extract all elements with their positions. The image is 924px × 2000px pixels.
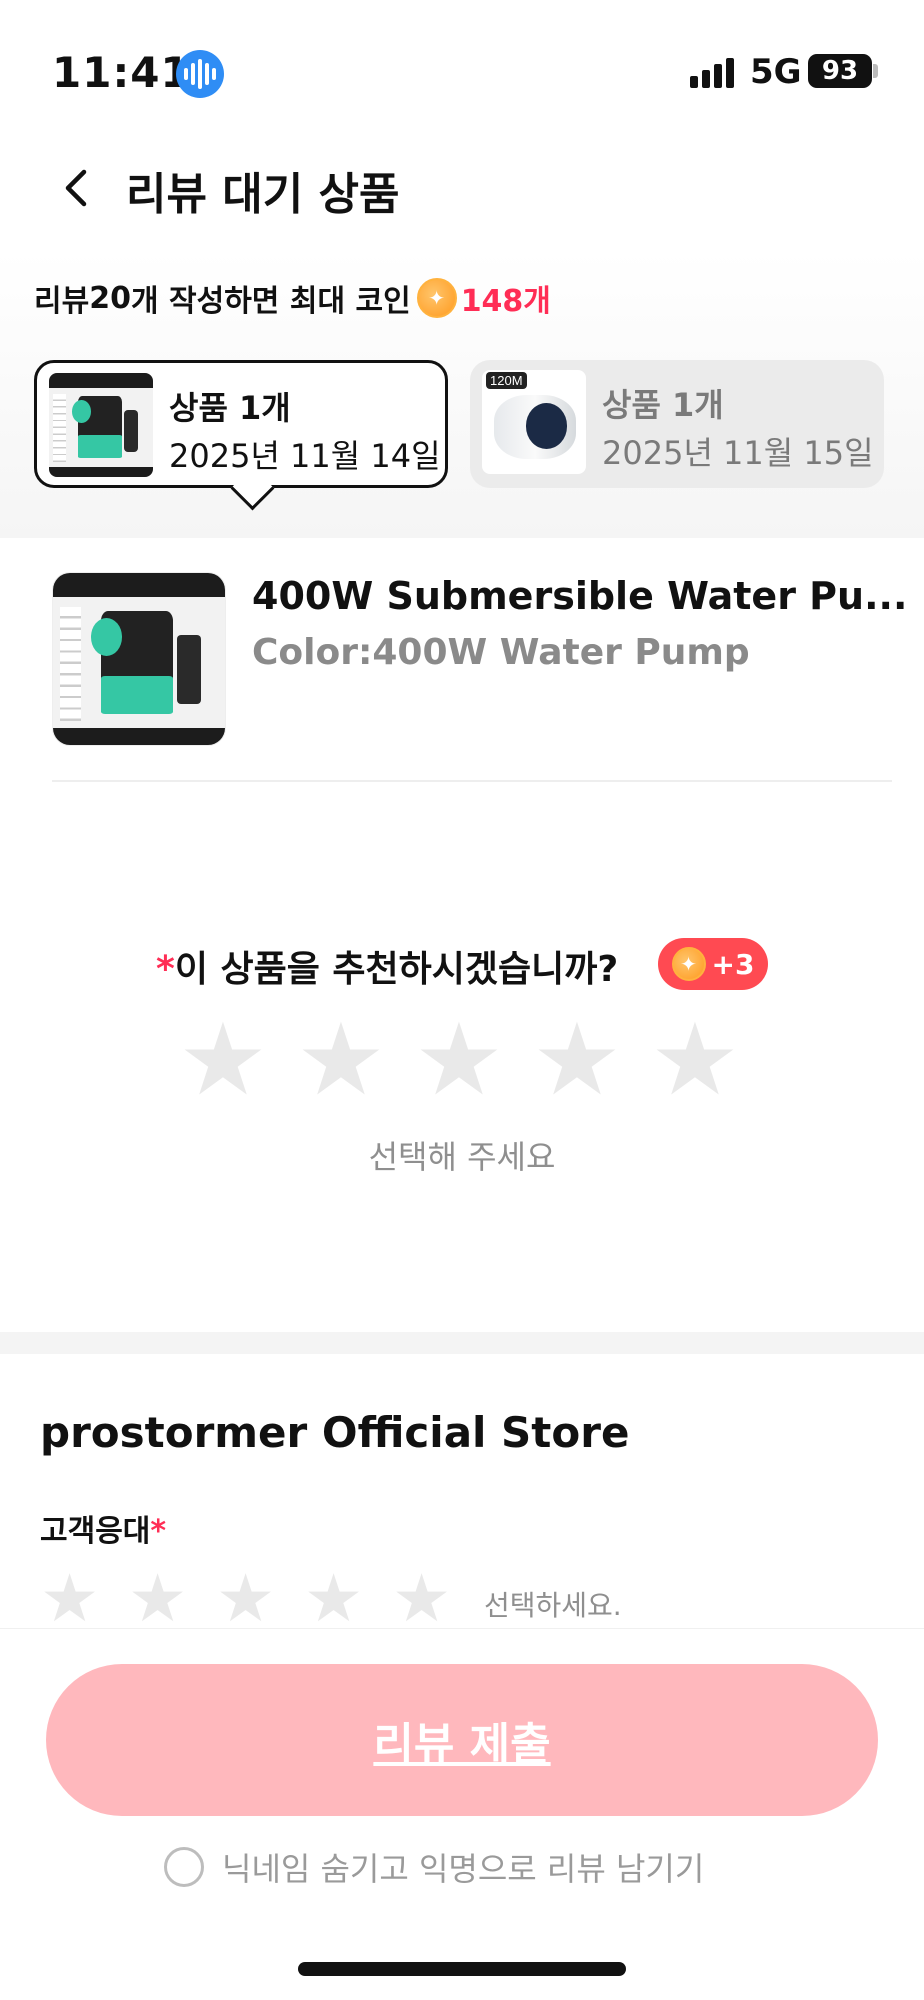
anonymous-label: 닉네임 숨기고 익명으로 리뷰 남기기 xyxy=(222,1850,705,1888)
page-title: 리뷰 대기 상품 xyxy=(126,169,400,220)
network-type: 5G xyxy=(750,52,802,92)
live-audio-icon xyxy=(176,50,224,98)
recommend-question: *이 상품을 추천하시겠습니까? xyxy=(156,940,618,992)
bonus-value: +3 xyxy=(711,947,755,981)
section-divider xyxy=(0,1332,924,1354)
order-tab-nov-14[interactable]: 상품 1개 2025년 11월 14일 xyxy=(34,360,448,488)
promo-coins: 148개 xyxy=(460,284,551,319)
anonymous-radio[interactable] xyxy=(164,1847,204,1887)
status-bar: 11:41 5G 93 xyxy=(0,0,924,120)
promo-prefix: 리뷰 xyxy=(34,284,90,319)
tab-count: 상품 1개 xyxy=(169,389,291,427)
coin-icon xyxy=(416,278,457,318)
star-icon-5[interactable]: ★ xyxy=(650,1010,740,1110)
product-image xyxy=(52,572,226,746)
star-icon-3[interactable]: ★ xyxy=(414,1010,504,1110)
star-icon-2[interactable]: ★ xyxy=(296,1010,386,1110)
tab-product-thumbnail xyxy=(49,373,153,477)
tab-product-thumbnail: 120M xyxy=(482,370,586,474)
promo-middle: 개 작성하면 최대 코인 xyxy=(130,284,411,319)
required-mark: * xyxy=(156,949,175,990)
store-name: prostormer Official Store xyxy=(40,1408,630,1457)
promo-banner: 리뷰 20 개 작성하면 최대 코인 148개 xyxy=(34,276,551,320)
customer-service-label: 고객응대* xyxy=(40,1506,166,1550)
tab-count: 상품 1개 xyxy=(602,386,724,424)
battery-cap xyxy=(873,64,878,78)
rating-hint: 선택해 주세요 xyxy=(368,1138,556,1176)
star-icon-1[interactable]: ★ xyxy=(40,1566,99,1632)
criteria-label: 고객응대 xyxy=(40,1514,151,1549)
back-arrow-icon[interactable] xyxy=(58,168,98,208)
star-icon-4[interactable]: ★ xyxy=(532,1010,622,1110)
status-time: 11:41 xyxy=(52,48,191,97)
recommend-star-rating: ★ ★ ★ ★ ★ xyxy=(178,1010,740,1110)
battery-icon: 93 xyxy=(808,54,872,88)
required-mark: * xyxy=(150,1514,167,1549)
tab-date: 2025년 11월 15일 xyxy=(602,434,874,472)
anonymous-option[interactable]: 닉네임 숨기고 익명으로 리뷰 남기기 xyxy=(164,1844,704,1890)
order-tab-nov-15[interactable]: 120M 상품 1개 2025년 11월 15일 xyxy=(470,360,884,488)
product-name: 400W Submersible Water Pu... xyxy=(252,574,908,618)
tab-badge: 120M xyxy=(486,372,527,389)
coin-icon xyxy=(671,947,706,981)
star-icon-4[interactable]: ★ xyxy=(304,1566,363,1632)
star-icon-3[interactable]: ★ xyxy=(216,1566,275,1632)
promo-count: 20 xyxy=(89,280,131,316)
product-option: Color:400W Water Pump xyxy=(252,632,750,673)
divider xyxy=(52,780,892,782)
star-icon-2[interactable]: ★ xyxy=(128,1566,187,1632)
customer-service-star-rating: ★ ★ ★ ★ ★ xyxy=(40,1566,451,1632)
star-icon-5[interactable]: ★ xyxy=(392,1566,451,1632)
question-text: 이 상품을 추천하시겠습니까? xyxy=(174,949,619,990)
coin-bonus-badge: +3 xyxy=(658,938,768,990)
submit-review-button[interactable]: 리뷰 제출 xyxy=(46,1664,878,1816)
home-indicator[interactable] xyxy=(298,1962,626,1976)
store-rating-hint: 선택하세요. xyxy=(484,1589,622,1622)
tab-date: 2025년 11월 14일 xyxy=(169,437,441,475)
star-icon-1[interactable]: ★ xyxy=(178,1010,268,1110)
cellular-signal-icon xyxy=(690,56,734,88)
